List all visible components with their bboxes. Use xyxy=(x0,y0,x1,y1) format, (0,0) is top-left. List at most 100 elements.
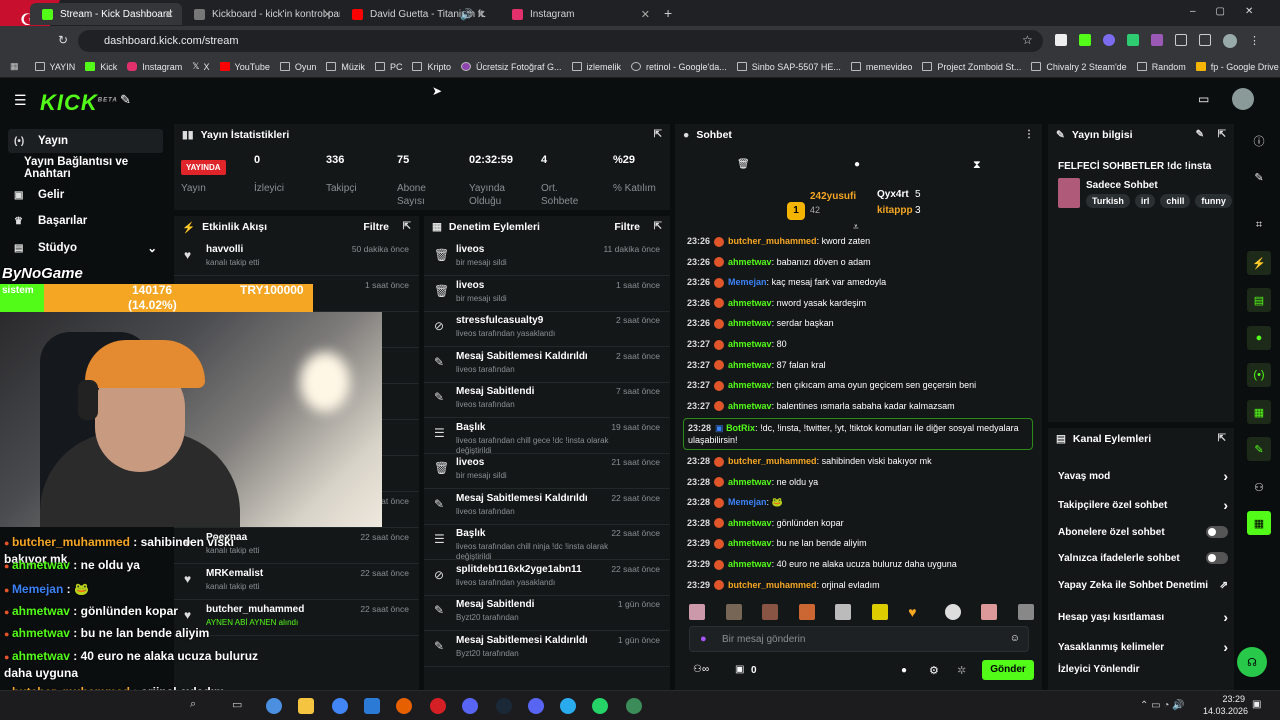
sidebar-item-gelir[interactable]: ▣ Gelir xyxy=(8,183,163,207)
moderation-item[interactable]: ✎ Mesaj Sabitlendi liveos tarafından 7 saat… xyxy=(424,382,670,418)
sidebar-item-stream-key[interactable]: Yayın Bağlantısı ve Anahtarı xyxy=(8,156,163,180)
chat-username[interactable]: butcher_muhammed xyxy=(728,580,817,590)
chat-icon[interactable]: ● xyxy=(1247,326,1271,350)
wrench-icon[interactable]: ✎ xyxy=(120,92,131,108)
tab-kickboard[interactable]: Kickboard - kick'in kontrol pan... ✕ xyxy=(182,3,340,25)
moderation-title[interactable]: stressfulcasualty9 xyxy=(456,315,543,326)
channel-action[interactable]: Yalnızca ifadelerle sohbet xyxy=(1058,552,1228,564)
window-controls[interactable]: –▢✕ xyxy=(1190,6,1273,17)
users-icon[interactable]: ⚇ xyxy=(1247,475,1271,499)
chat-username[interactable]: Memejan xyxy=(728,497,767,507)
activity-filter-button[interactable]: Filtre xyxy=(363,221,389,233)
bot-username[interactable]: BotRix xyxy=(726,423,755,433)
chat-username[interactable]: butcher_muhammed xyxy=(728,456,817,466)
moderation-item[interactable]: ✎ Mesaj Sabitlendi Byzt20 tarafından 1 gün … xyxy=(424,595,670,631)
moderation-item[interactable]: ✎ Mesaj Sabitlemesi Kaldırıldı Byzt20 tara… xyxy=(424,631,670,667)
activity-user[interactable]: butcher_muhammed xyxy=(206,604,304,615)
whatsapp-icon[interactable] xyxy=(592,698,608,714)
lightning-icon[interactable]: ⚡ xyxy=(1247,251,1271,275)
chat-menu-icon[interactable]: ⋮ xyxy=(1024,129,1034,140)
channel-action[interactable]: Hesap yaşı kısıtlaması › xyxy=(1058,609,1228,625)
support-icon[interactable]: ☊ xyxy=(1237,647,1267,677)
gear-icon[interactable]: ⚙ xyxy=(929,664,939,677)
bookmark-folder[interactable]: memevideo xyxy=(850,62,912,72)
bookmark-item[interactable]: Kick xyxy=(85,62,117,72)
send-button[interactable]: Gönder xyxy=(982,660,1034,680)
mail-icon[interactable] xyxy=(364,698,380,714)
bookmark-folder[interactable]: Kripto xyxy=(412,62,451,72)
close-tab-icon[interactable]: ✕ xyxy=(641,8,650,21)
bookmark-folder[interactable]: Random xyxy=(1136,62,1186,72)
moderation-item[interactable]: ✎ Mesaj Sabitlemesi Kaldırıldı liveos tara… xyxy=(424,347,670,383)
moderation-item[interactable]: ⊘ stressfulcasualty9 liveos tarafından yas… xyxy=(424,311,670,347)
sidebar-item-basarilar[interactable]: ♛ Başarılar xyxy=(8,209,163,233)
category-name[interactable]: Sadece Sohbet xyxy=(1086,180,1158,191)
bookmark-folder[interactable]: PC xyxy=(374,62,402,72)
emoji-icon[interactable]: ☺ xyxy=(1010,633,1020,644)
channel-action[interactable]: İzleyici Yönlendir xyxy=(1058,664,1228,675)
discord-icon[interactable] xyxy=(528,698,544,714)
moderation-icon[interactable]: ▦ xyxy=(1247,400,1271,424)
close-tab-icon[interactable]: ✕ xyxy=(165,8,174,21)
tag[interactable]: Turkish xyxy=(1086,194,1130,208)
hourglass-icon[interactable]: ⧗ xyxy=(973,159,981,172)
kick-logo[interactable]: KICKBETA xyxy=(40,90,118,116)
moderation-item[interactable]: ⊘ splitdebt116xk2yge1abn11 liveos tarafınd… xyxy=(424,560,670,596)
bookmark-item[interactable]: Sinbo SAP-5507 HE... xyxy=(736,62,841,72)
bookmark-item[interactable]: 𝕏X xyxy=(192,61,209,72)
chat-options-icon[interactable]: ● xyxy=(901,665,907,676)
opera-icon[interactable] xyxy=(430,698,446,714)
bookmark-item[interactable]: Project Zomboid St... xyxy=(922,62,1021,72)
info-icon[interactable]: ⓘ xyxy=(1247,129,1271,153)
gift-icon[interactable]: ▣ xyxy=(735,664,744,675)
chrome-icon[interactable] xyxy=(332,698,348,714)
sidebar-item-studyo[interactable]: ▤ Stüdyo ⌄ xyxy=(8,236,163,260)
avatar[interactable] xyxy=(1232,88,1254,110)
activity-user[interactable]: havvolli xyxy=(206,244,243,255)
edit-icon[interactable]: ✎ xyxy=(1247,165,1271,189)
crop-icon[interactable]: ⌗ xyxy=(1247,213,1271,237)
notification-icon[interactable]: ▣ xyxy=(1252,699,1261,710)
chat-username[interactable]: butcher_muhammed xyxy=(728,236,817,246)
bookmark-folder[interactable]: Müzik xyxy=(326,62,365,72)
moderation-title[interactable]: Mesaj Sabitlemesi Kaldırıldı xyxy=(456,493,588,504)
steam-icon[interactable] xyxy=(496,698,512,714)
list-icon[interactable]: ▤ xyxy=(1247,288,1271,312)
chat-username[interactable]: ahmetwav xyxy=(728,360,772,370)
bookmark-item[interactable]: YAYIN xyxy=(34,62,75,72)
moderation-title[interactable]: Mesaj Sabitlendi xyxy=(456,599,534,610)
edit-icon[interactable]: ✎ xyxy=(1196,129,1204,140)
task-view-icon[interactable]: ▭ xyxy=(232,698,248,714)
close-tab-icon[interactable]: 🔊 ✕ xyxy=(460,8,486,21)
moderation-title[interactable]: Mesaj Sabitlemesi Kaldırıldı xyxy=(456,351,588,362)
chat-username[interactable]: ahmetwav xyxy=(728,477,772,487)
chat-bubble-icon[interactable]: ● xyxy=(854,159,860,170)
tag[interactable]: chill xyxy=(1160,194,1191,208)
moderation-filter-button[interactable]: Filtre xyxy=(614,221,640,233)
tag[interactable]: funny xyxy=(1195,194,1232,208)
moderation-title[interactable]: liveos xyxy=(456,457,484,468)
app-icon[interactable] xyxy=(462,698,478,714)
menu-icon[interactable]: ☰ xyxy=(14,92,27,109)
activity-item[interactable]: ♥ havvolli kanalı takip etti 50 dakika önce xyxy=(174,240,419,276)
moderation-item[interactable]: 🗑 liveos bir mesajı sildi 11 dakika önce xyxy=(424,240,670,276)
chat-username[interactable]: ahmetwav xyxy=(728,339,772,349)
bookmark-item[interactable]: retinol - Google'da... xyxy=(631,62,727,72)
chat-username[interactable]: Memejan xyxy=(728,277,767,287)
search-icon[interactable]: ⌕ xyxy=(190,698,206,714)
extensions-icons[interactable]: ⋮ xyxy=(1055,34,1265,48)
second-gifter-name[interactable]: Qyx4rt xyxy=(877,189,909,200)
popout-icon[interactable]: ⇱ xyxy=(403,221,411,232)
sidebar-item-yayin[interactable]: (•) Yayın xyxy=(8,129,163,153)
moderation-title[interactable]: Başlık xyxy=(456,528,485,539)
popout-icon[interactable]: ⇱ xyxy=(654,129,662,140)
moderation-item[interactable]: ☰ Başlık liveos tarafından chill ninja !dc… xyxy=(424,524,670,561)
moderation-title[interactable]: splitdebt116xk2yge1abn11 xyxy=(456,564,582,575)
url-field[interactable]: dashboard.kick.com/stream xyxy=(78,30,1043,52)
copilot-icon[interactable] xyxy=(266,698,282,714)
bookmark-item[interactable]: fp - Google Drive xyxy=(1195,62,1279,72)
file-explorer-icon[interactable] xyxy=(298,698,314,714)
firefox-icon[interactable] xyxy=(396,698,412,714)
emote-bar[interactable]: ♥ xyxy=(689,604,1034,622)
tag[interactable]: irl xyxy=(1134,194,1156,208)
